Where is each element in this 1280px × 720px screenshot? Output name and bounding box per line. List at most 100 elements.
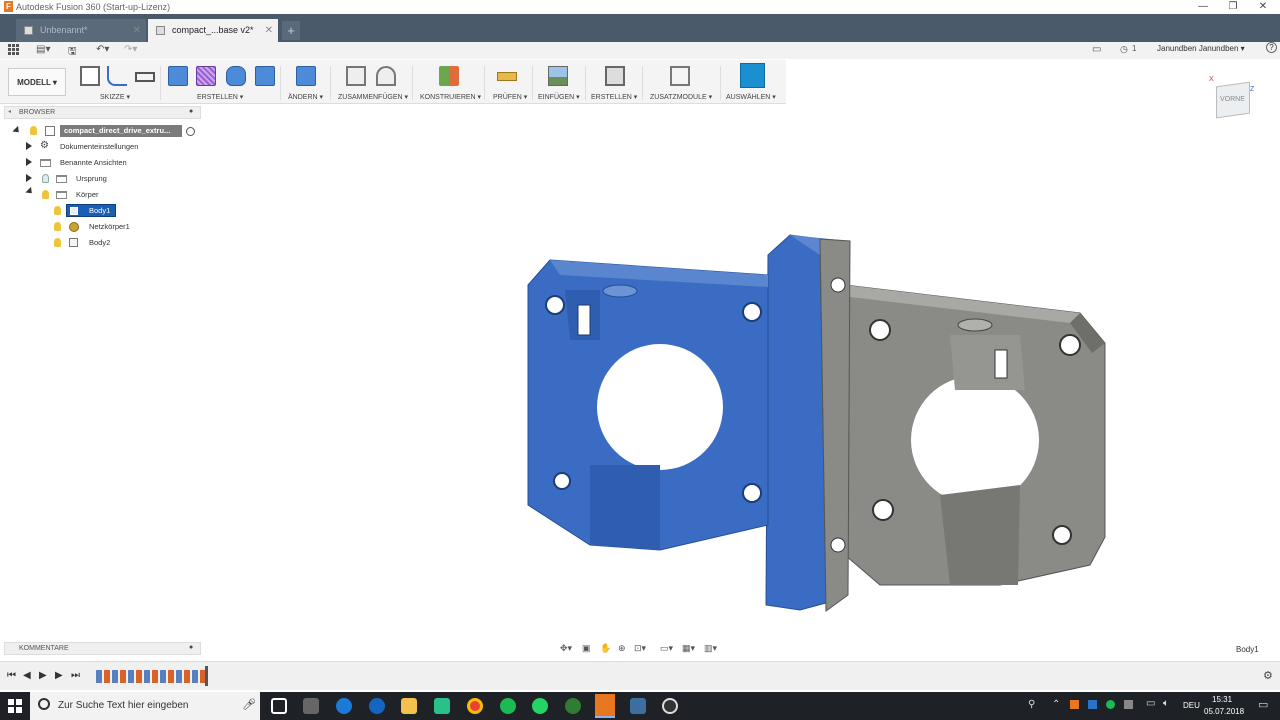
group-label-zusatzmodule[interactable]: ZUSATZMODULE ▾ [650,93,712,101]
notifications-icon[interactable]: ▭ [1092,44,1101,55]
app-icon[interactable] [434,698,450,714]
close-window-button[interactable]: ✕ [1256,1,1270,13]
xbox-icon[interactable] [565,698,581,714]
rectangle-icon[interactable] [135,72,155,82]
step-forward-icon[interactable]: ▶ [55,670,63,681]
extrude-icon[interactable] [226,66,246,86]
display-settings-icon[interactable]: ▭▾ [660,643,673,654]
joint-icon[interactable] [376,66,396,86]
visibility-bulb-icon[interactable] [54,238,61,247]
volume-icon[interactable]: 🔈︎ [1163,698,1169,709]
user-account-menu[interactable]: Janundben Janundben ▾ [1157,44,1245,53]
activate-radio-icon[interactable] [186,127,195,136]
visibility-bulb-icon[interactable] [54,222,61,231]
fit-icon[interactable]: ⊡▾ [634,643,646,654]
timeline-marker[interactable] [205,666,208,686]
group-label-zusammenfuegen[interactable]: ZUSAMMENFÜGEN ▾ [338,93,408,101]
whatsapp-icon[interactable] [532,698,548,714]
pan-hand-icon[interactable]: ✋ [600,643,611,654]
go-to-end-icon[interactable]: ⏭ [71,670,80,681]
group-label-auswaehlen[interactable]: AUSWÄHLEN ▾ [726,93,776,101]
redo-icon[interactable]: ↷▾ [124,44,137,55]
tree-item-benannte-ansichten[interactable]: Benannte Ansichten [60,157,127,169]
look-at-icon[interactable]: ▣ [582,643,591,654]
create-sketch-icon[interactable] [80,66,100,86]
group-label-erstellen-2[interactable]: ERSTELLEN ▾ [591,93,637,101]
windows-start-icon[interactable] [8,699,22,713]
group-label-pruefen[interactable]: PRÜFEN ▾ [493,93,527,101]
timeline-settings-gear-icon[interactable]: ⚙ [1263,669,1273,682]
expand-triangle-icon[interactable] [26,174,32,182]
scripts-addins-icon[interactable] [670,66,690,86]
browser-panel-header[interactable]: ◂ BROWSER ● [4,106,201,119]
tray-bluetooth-icon[interactable] [1088,700,1097,709]
tab-unbenannt[interactable]: Unbenannt* ✕ [16,19,146,42]
microphone-icon[interactable]: 🎤︎ [242,698,256,711]
spotify-icon[interactable] [500,698,516,714]
comments-panel-header[interactable]: KOMMENTARE ● [4,642,201,655]
fusion360-taskbar-icon[interactable] [595,694,615,718]
undo-icon[interactable]: ↶▾ [96,44,109,55]
timeline-feature-list[interactable] [96,670,206,683]
clock-date[interactable]: 05.07.2018 [1204,707,1244,716]
tree-item-body2[interactable]: Body2 [89,237,110,249]
obs-icon[interactable] [662,698,678,714]
group-label-skizze[interactable]: SKIZZE ▾ [100,93,130,101]
play-icon[interactable]: ▶ [39,670,47,681]
close-tab-icon[interactable]: ✕ [265,19,273,42]
workspace-selector[interactable]: MODELL ▾ [8,68,66,96]
visibility-bulb-icon[interactable] [30,126,37,135]
close-tab-icon[interactable]: ✕ [133,19,141,42]
body1-plate[interactable] [765,234,851,612]
tray-app-icon[interactable] [1106,700,1115,709]
tray-dropbox-icon[interactable] [1124,700,1133,709]
pin-icon[interactable]: ● [189,644,193,651]
expand-triangle-icon[interactable] [26,142,32,150]
tree-item-dokumenteinstellungen[interactable]: Dokumenteinstellungen [60,141,138,153]
visibility-bulb-icon[interactable] [54,206,61,215]
action-center-icon[interactable]: ▭ [1258,698,1268,711]
chrome-icon[interactable] [467,698,483,714]
viewports-icon[interactable]: ▥▾ [704,643,717,654]
people-icon[interactable]: ⚲ [1028,699,1035,710]
new-component-assemble-icon[interactable] [346,66,366,86]
press-pull-icon[interactable] [296,66,316,86]
group-label-konstruieren[interactable]: KONSTRUIEREN ▾ [420,93,481,101]
tree-item-ursprung[interactable]: Ursprung [76,173,107,185]
tab-compact-base[interactable]: compact_...base v2* ✕ [148,19,278,42]
taskbar-search-box[interactable]: Zur Suche Text hier eingeben 🎤︎ [30,692,260,720]
clock-time[interactable]: 15:31 [1212,695,1232,704]
offset-plane-icon[interactable] [439,66,459,86]
show-hidden-icons[interactable]: ⌃ [1052,699,1060,710]
visibility-bulb-off-icon[interactable] [42,174,49,183]
expand-triangle-icon[interactable] [12,125,22,136]
tree-item-koerper[interactable]: Körper [76,189,99,201]
maximize-button[interactable]: ❐ [1226,1,1240,13]
step-back-icon[interactable]: ◀ [23,670,31,681]
tray-fusion-icon[interactable] [1070,700,1079,709]
root-component-label[interactable]: compact_direct_drive_extru... [60,125,182,137]
tree-item-netzkoerper1[interactable]: Netzkörper1 [89,221,130,233]
group-label-aendern[interactable]: ÄNDERN ▾ [288,93,323,101]
create-form-icon[interactable] [196,66,216,86]
expand-triangle-icon[interactable] [26,158,32,166]
browser-icon[interactable] [369,698,385,714]
insert-image-icon[interactable] [548,66,568,86]
expand-triangle-icon[interactable] [25,186,35,197]
minimize-button[interactable]: — [1196,1,1210,13]
grid-settings-icon[interactable]: ▦▾ [682,643,695,654]
job-status-icon[interactable]: ◷ [1120,44,1128,55]
app-icon-2[interactable] [630,698,646,714]
file-explorer-icon[interactable] [401,698,417,714]
select-arrow-icon[interactable] [740,63,765,88]
collapse-arrow-icon[interactable]: ◂ [8,108,11,115]
body1-label[interactable]: Body1 [89,205,110,217]
measure-icon[interactable] [497,72,517,81]
new-tab-button[interactable]: + [282,21,300,40]
create-drawing-icon[interactable] [605,66,625,86]
group-label-erstellen[interactable]: ERSTELLEN ▾ [197,93,243,101]
task-view-icon[interactable] [271,698,287,714]
mesh-body-gray[interactable] [844,284,1106,586]
viewport-3d-model[interactable] [500,225,1120,620]
group-label-einfuegen[interactable]: EINFÜGEN ▾ [538,93,580,101]
